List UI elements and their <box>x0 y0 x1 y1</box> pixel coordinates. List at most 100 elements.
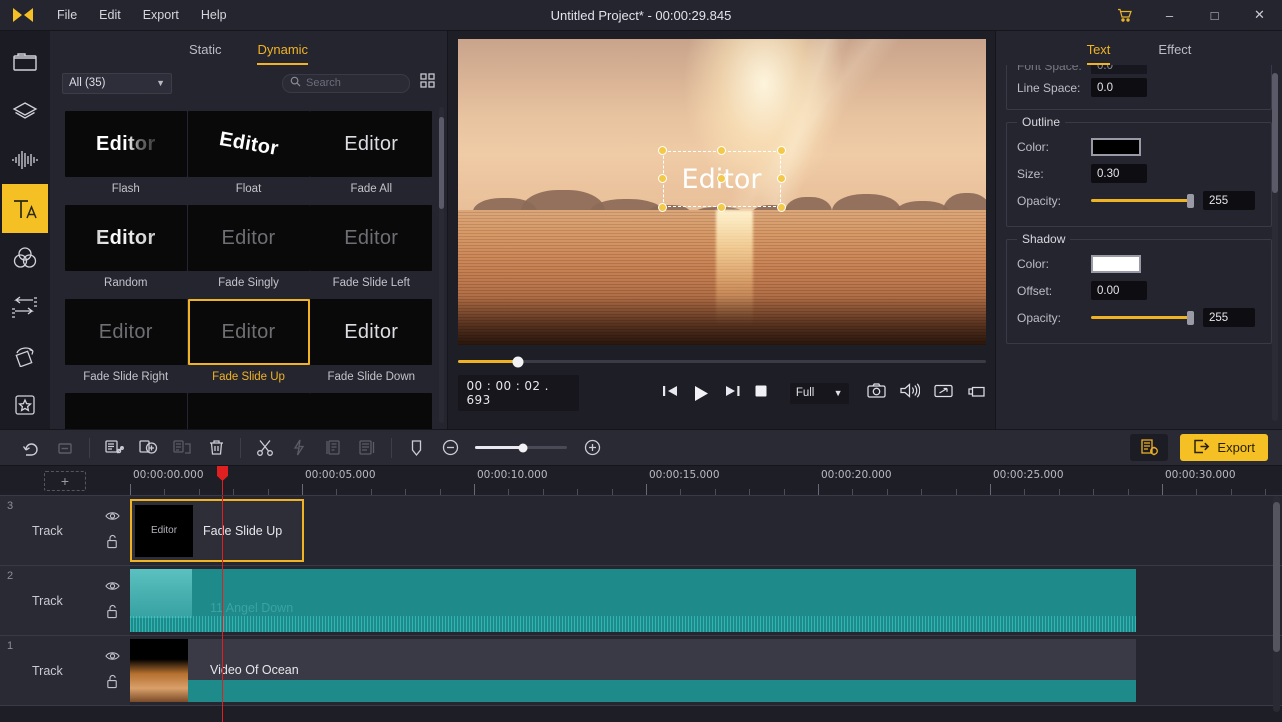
stop-icon[interactable] <box>754 384 768 403</box>
project-settings-button[interactable] <box>1130 434 1168 461</box>
playhead-tracks[interactable] <box>222 496 223 722</box>
menu-file[interactable]: File <box>46 4 88 26</box>
effect-item[interactable]: EditorFade Slide Down <box>310 299 432 383</box>
handle-ne[interactable] <box>777 146 786 155</box>
maximize-button[interactable]: □ <box>1192 0 1237 31</box>
search-box[interactable] <box>282 74 410 93</box>
eye-icon[interactable] <box>105 508 120 526</box>
tab-text[interactable]: Text <box>1087 42 1111 65</box>
effect-thumbnail[interactable]: Editor <box>65 299 187 365</box>
effect-thumbnail[interactable]: Editor <box>310 299 432 365</box>
crop-cut-button[interactable] <box>97 433 131 463</box>
next-frame-icon[interactable] <box>725 384 740 403</box>
eye-icon[interactable] <box>105 578 120 596</box>
tab-static[interactable]: Static <box>189 42 222 65</box>
effect-item[interactable]: EditorFade Slide Right <box>65 299 187 383</box>
effect-thumbnail[interactable]: Editor <box>310 111 432 177</box>
effect-thumbnail[interactable] <box>188 393 310 429</box>
track-lane[interactable]: Video Of Ocean <box>130 636 1282 705</box>
shadow-opacity-slider[interactable] <box>1091 316 1191 319</box>
split-button[interactable] <box>248 433 282 463</box>
handle-sw[interactable] <box>658 203 667 212</box>
search-input[interactable] <box>306 77 402 89</box>
expand-icon[interactable] <box>934 384 953 403</box>
marker-pin-button[interactable] <box>399 433 433 463</box>
outline-opacity-knob[interactable] <box>1187 194 1194 208</box>
tab-effect[interactable]: Effect <box>1158 42 1191 65</box>
sidebar-item-text[interactable] <box>2 184 48 233</box>
seek-handle[interactable] <box>513 356 524 367</box>
zoom-in-icon[interactable] <box>575 433 609 463</box>
handle-s[interactable] <box>717 203 726 212</box>
cart-icon[interactable] <box>1102 0 1147 31</box>
effect-item[interactable]: EditorFade All <box>310 111 432 195</box>
handle-e[interactable] <box>777 174 786 183</box>
sidebar-item-media[interactable] <box>2 37 48 86</box>
shadow-opacity-knob[interactable] <box>1187 311 1194 325</box>
category-select[interactable]: All (35) ▼ <box>62 73 172 94</box>
effect-thumbnail[interactable]: Editor <box>188 299 310 365</box>
video-preview[interactable]: Editor <box>458 39 986 345</box>
effect-thumbnail[interactable] <box>65 393 187 429</box>
effect-item[interactable]: EditorFlash <box>65 111 187 195</box>
effect-item[interactable]: EditorFade Singly <box>188 205 310 289</box>
sidebar-item-motion[interactable] <box>2 331 48 380</box>
track-header[interactable]: 2Track <box>0 566 130 635</box>
close-button[interactable]: ✕ <box>1237 0 1282 31</box>
outline-opacity-value[interactable]: 255 <box>1203 191 1255 210</box>
menu-export[interactable]: Export <box>132 4 190 26</box>
line-space-input[interactable]: 0.0 <box>1091 78 1147 97</box>
tab-dynamic[interactable]: Dynamic <box>257 42 308 65</box>
effect-item[interactable] <box>65 393 187 429</box>
track-header[interactable]: 3Track <box>0 496 130 565</box>
time-ruler[interactable]: 00:00:00.00000:00:05.00000:00:10.00000:0… <box>130 466 1282 495</box>
zoom-handle[interactable] <box>518 443 527 452</box>
track-lane[interactable]: 11 Angel Down <box>130 566 1282 635</box>
effect-item[interactable] <box>310 393 432 429</box>
timeline-clip[interactable]: 11 Angel Down <box>130 569 1136 632</box>
menu-edit[interactable]: Edit <box>88 4 132 26</box>
seek-bar[interactable] <box>458 360 986 363</box>
handle-w[interactable] <box>658 174 667 183</box>
timeline-clip[interactable]: Video Of Ocean <box>130 639 1136 702</box>
effect-thumbnail[interactable]: Editor <box>65 111 187 177</box>
add-marker-button[interactable] <box>131 433 165 463</box>
timeline-clip[interactable]: EditorFade Slide Up <box>130 499 304 562</box>
sidebar-item-overlays[interactable] <box>2 86 48 135</box>
handle-center[interactable] <box>717 174 726 183</box>
effect-thumbnail[interactable] <box>310 393 432 429</box>
effect-item[interactable]: EditorFloat <box>188 111 310 195</box>
effect-thumbnail[interactable]: Editor <box>188 205 310 271</box>
unlock-icon[interactable] <box>106 534 119 553</box>
undo-button[interactable] <box>14 433 48 463</box>
shadow-color-swatch[interactable] <box>1091 255 1141 273</box>
zoom-out-icon[interactable] <box>433 433 467 463</box>
speaker-icon[interactable] <box>900 383 920 403</box>
playhead-handle[interactable] <box>217 466 228 481</box>
sidebar-item-elements[interactable] <box>2 380 48 429</box>
timeline-scrollbar-thumb[interactable] <box>1273 502 1280 652</box>
outline-size-input[interactable]: 0.30 <box>1091 164 1147 183</box>
effect-item[interactable] <box>188 393 310 429</box>
handle-se[interactable] <box>777 203 786 212</box>
effect-thumbnail[interactable]: Editor <box>188 111 310 177</box>
sidebar-item-filters[interactable] <box>2 233 48 282</box>
add-track-button[interactable]: + <box>44 471 86 491</box>
outline-opacity-slider[interactable] <box>1091 199 1191 202</box>
track-lane[interactable]: EditorFade Slide Up <box>130 496 1282 565</box>
handle-nw[interactable] <box>658 146 667 155</box>
delete-button[interactable] <box>199 433 233 463</box>
eye-icon[interactable] <box>105 648 120 666</box>
export-button[interactable]: Export <box>1180 434 1268 461</box>
grid-view-icon[interactable] <box>418 73 435 93</box>
sidebar-item-audio[interactable] <box>2 135 48 184</box>
playhead-ruler[interactable] <box>222 466 223 495</box>
effect-thumbnail[interactable]: Editor <box>310 205 432 271</box>
camera-icon[interactable] <box>867 383 886 403</box>
unlock-icon[interactable] <box>106 674 119 693</box>
minimize-button[interactable]: – <box>1147 0 1192 31</box>
menu-help[interactable]: Help <box>190 4 238 26</box>
shadow-opacity-value[interactable]: 255 <box>1203 308 1255 327</box>
effect-thumbnail[interactable]: Editor <box>65 205 187 271</box>
unlock-icon[interactable] <box>106 604 119 623</box>
